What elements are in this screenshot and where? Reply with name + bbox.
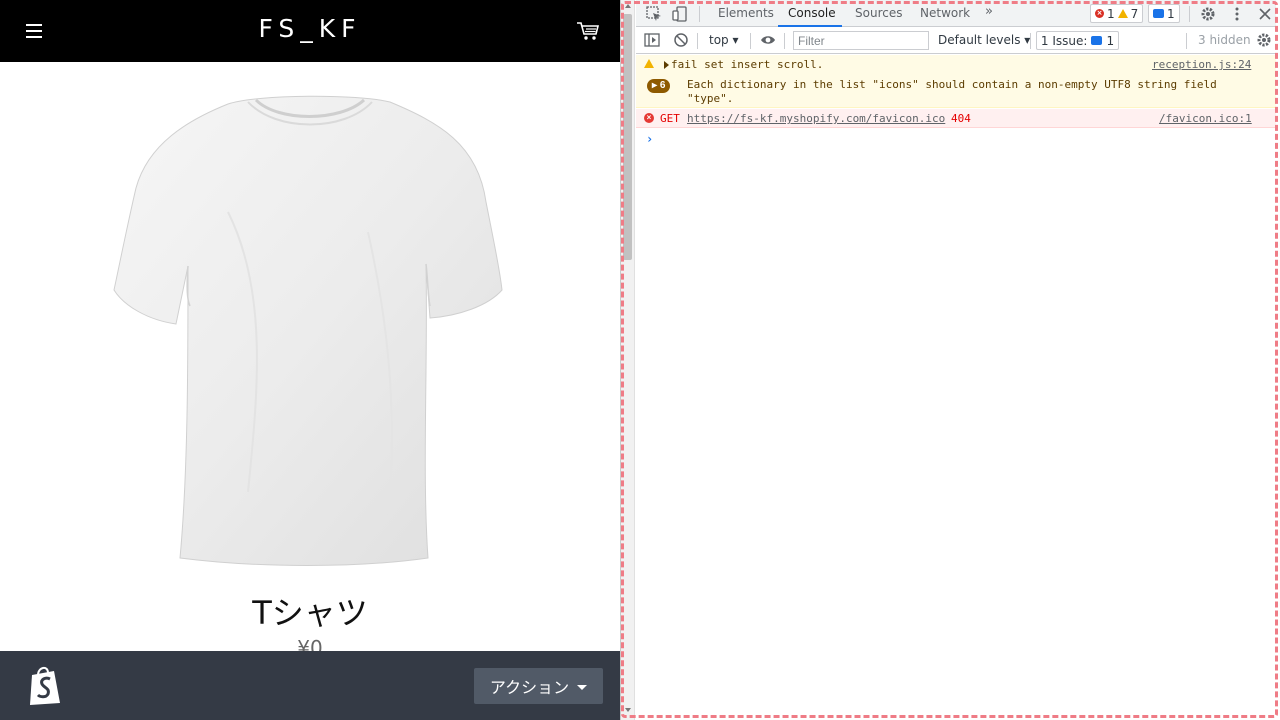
product-image[interactable] <box>108 92 508 572</box>
action-button-label: アクション <box>489 678 570 697</box>
scroll-down-arrow-icon[interactable] <box>625 708 631 712</box>
message-count: 1 <box>1167 6 1175 21</box>
filter-input[interactable] <box>793 31 929 50</box>
hidden-messages-count: 3 hidden <box>1198 33 1251 47</box>
error-count-icon: × <box>1095 9 1104 18</box>
tab-network[interactable]: Network <box>920 6 970 20</box>
tab-console[interactable]: Console <box>788 6 836 20</box>
store-header: FS_KF <box>0 0 620 62</box>
log-levels-label: Default levels <box>938 33 1021 47</box>
expand-arrow-icon[interactable] <box>664 61 669 69</box>
page-scrollbar[interactable] <box>621 0 635 720</box>
tab-sources[interactable]: Sources <box>855 6 902 20</box>
scroll-thumb[interactable] <box>623 14 632 260</box>
console-settings-icon[interactable] <box>1256 32 1272 48</box>
store-brand[interactable]: FS_KF <box>0 14 620 43</box>
toolbar-separator <box>1189 6 1190 22</box>
warning-count: 7 <box>1130 6 1139 21</box>
issues-button[interactable]: 1 Issue: 1 <box>1036 31 1119 50</box>
console-messages: fail set insert scroll. reception.js:24 … <box>636 55 1276 717</box>
caret-down-icon <box>577 684 588 690</box>
error-icon: × <box>644 113 654 123</box>
sidebar-toggle-icon[interactable] <box>644 32 660 48</box>
settings-icon[interactable] <box>1200 6 1216 22</box>
request-url-link[interactable]: https://fs-kf.myshopify.com/favicon.ico <box>687 112 945 125</box>
cart-icon[interactable] <box>576 20 600 42</box>
console-warning-row[interactable]: fail set insert scroll. reception.js:24 … <box>636 55 1276 108</box>
context-value: top <box>709 33 729 47</box>
toolbar-separator <box>697 33 698 49</box>
issues-count: 1 <box>1106 33 1115 48</box>
toolbar-separator <box>1186 33 1187 49</box>
warning-icon <box>644 59 654 68</box>
message-count-icon <box>1153 9 1164 18</box>
warning-message: fail set insert scroll. <box>671 58 824 71</box>
active-tab-indicator <box>778 25 842 27</box>
shopify-bag-icon[interactable] <box>26 665 64 707</box>
console-counters[interactable]: × 1 7 <box>1090 4 1144 23</box>
repeat-count: 6 <box>659 80 666 91</box>
log-levels-dropdown[interactable]: Default levels ▾ <box>938 33 1030 47</box>
chevron-down-icon: ▾ <box>732 33 739 47</box>
issues-label: 1 Issue: <box>1040 33 1088 48</box>
repeat-count-badge: ▸ 6 <box>647 79 671 93</box>
prompt-chevron-icon: › <box>646 132 654 146</box>
message-source-link[interactable]: /favicon.ico:1 <box>1159 112 1252 125</box>
console-error-row[interactable]: × GET https://fs-kf.myshopify.com/favico… <box>636 109 1276 128</box>
action-dropdown-button[interactable]: アクション <box>474 668 603 704</box>
status-code: 404 <box>951 112 971 125</box>
inspect-icon[interactable] <box>646 6 662 22</box>
error-count: 1 <box>1107 6 1115 21</box>
toolbar-separator <box>784 33 785 49</box>
warning-count-icon <box>1117 9 1128 18</box>
device-toggle-icon[interactable] <box>672 6 688 22</box>
kebab-menu-icon[interactable] <box>1229 6 1245 22</box>
clear-console-icon[interactable] <box>673 32 689 48</box>
toolbar-separator <box>699 6 700 22</box>
store-page: FS_KF Tシャツ ¥0 アクション <box>0 0 620 720</box>
scroll-up-arrow-icon[interactable] <box>625 4 631 8</box>
warning-message: Each dictionary in the list "icons" shou… <box>687 78 1247 106</box>
console-prompt[interactable]: › <box>636 129 1276 149</box>
message-counter[interactable]: 1 <box>1148 4 1180 23</box>
tab-elements[interactable]: Elements <box>718 6 774 20</box>
warning-message-line: Each dictionary in the list "icons" shou… <box>687 78 1217 91</box>
context-selector[interactable]: top ▾ <box>709 33 739 47</box>
toolbar-separator <box>1030 33 1031 49</box>
eye-icon[interactable] <box>760 32 776 48</box>
toolbar-separator <box>750 33 751 49</box>
product-title: Tシャツ <box>252 594 368 632</box>
message-source-link[interactable]: reception.js:24 <box>1152 58 1251 71</box>
warning-message-line: "type". <box>687 92 734 105</box>
close-icon[interactable] <box>1257 6 1273 22</box>
more-tabs-icon[interactable]: » <box>985 4 993 19</box>
request-method: GET <box>660 112 680 125</box>
issue-icon <box>1091 36 1103 45</box>
